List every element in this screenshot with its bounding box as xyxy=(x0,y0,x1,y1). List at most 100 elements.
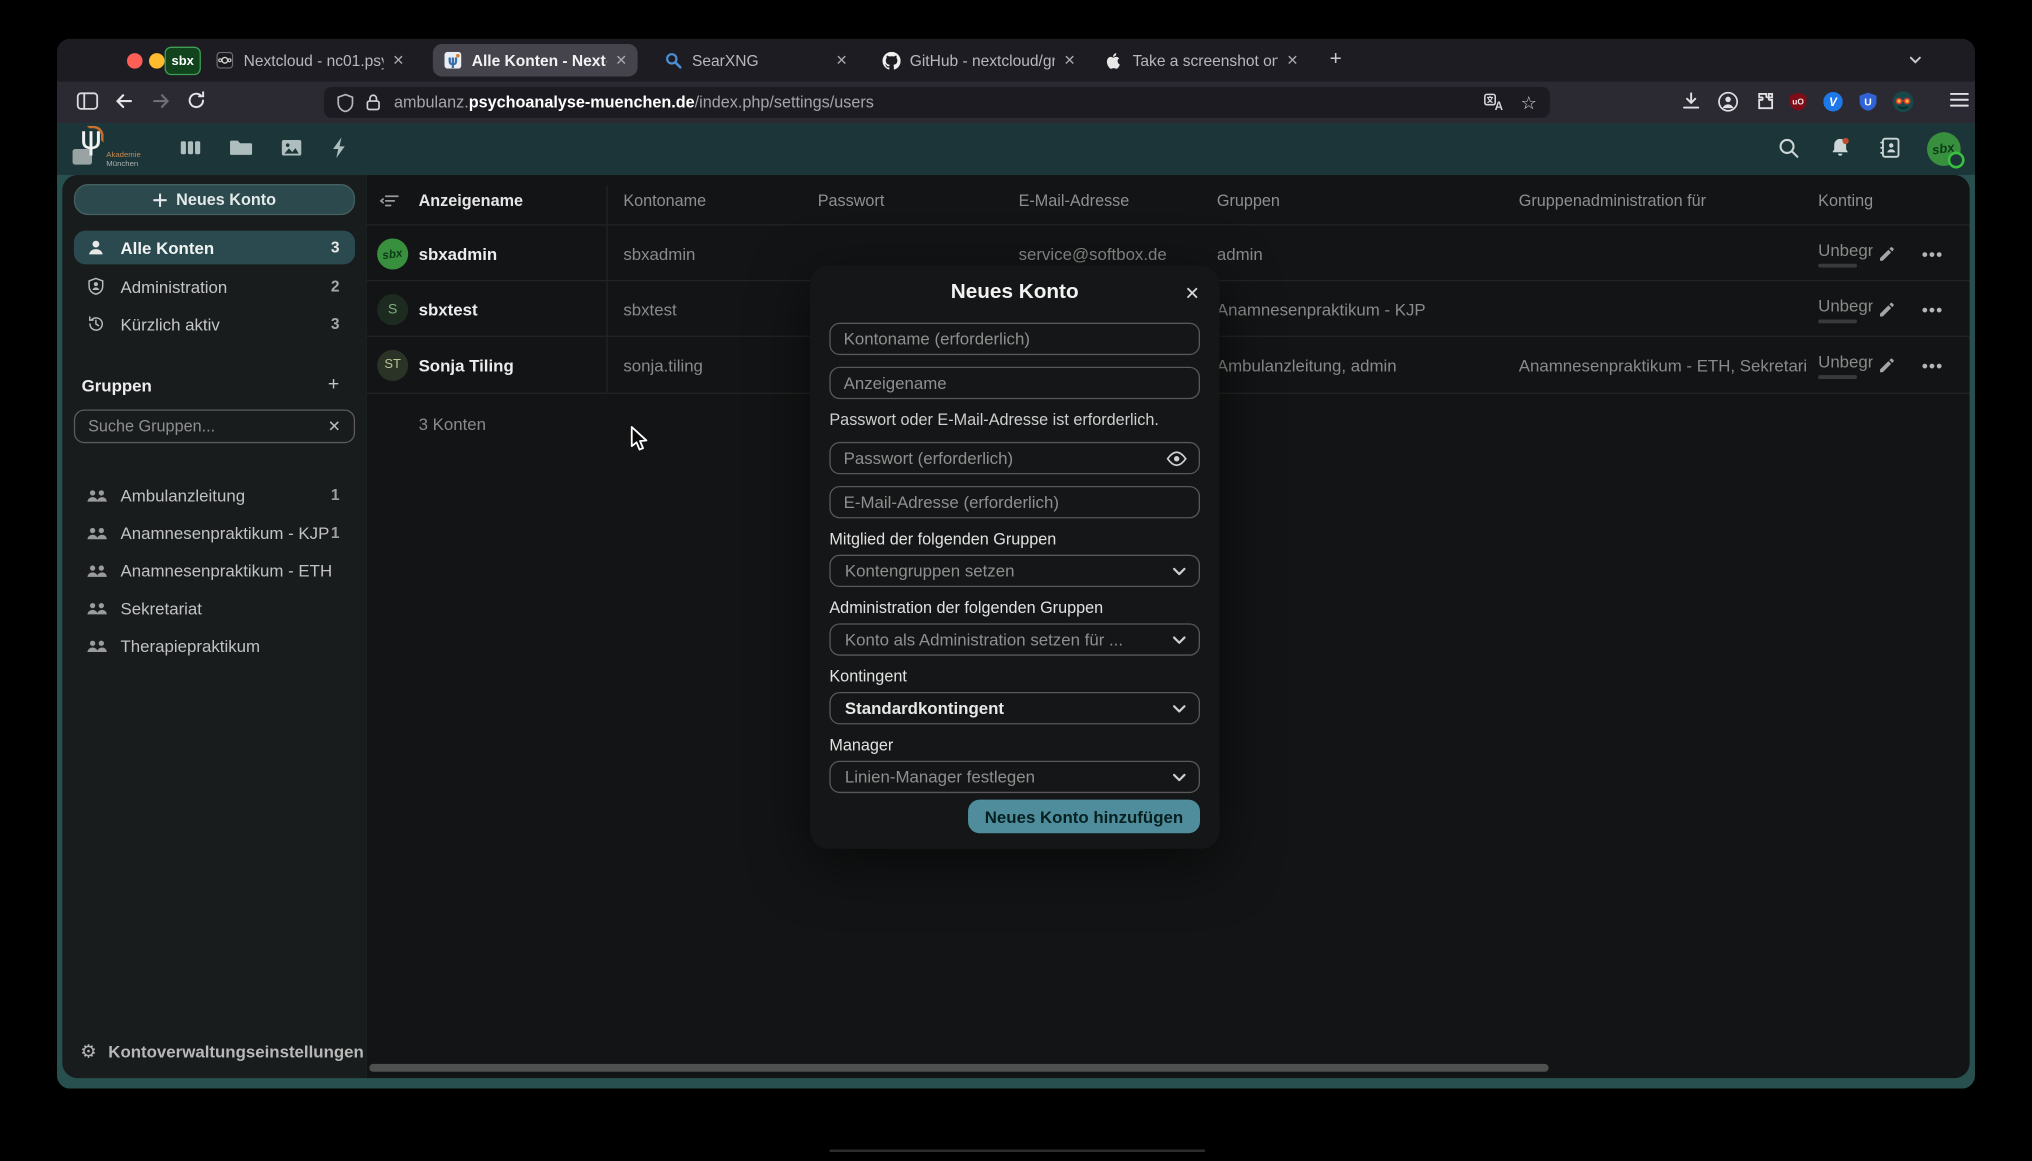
files-app-icon[interactable] xyxy=(228,135,254,161)
chevron-down-icon xyxy=(1171,563,1187,579)
window-minimize-button[interactable] xyxy=(149,53,165,69)
sidebar-group-anamnesenpraktikum-eth[interactable]: Anamnesenpraktikum - ETH xyxy=(74,555,355,586)
cell-display-name: Sonja Tiling xyxy=(419,355,514,374)
column-header-gruppenadministration[interactable]: Gruppenadministration für xyxy=(1519,192,1807,210)
github-favicon xyxy=(881,51,900,70)
extensions-puzzle-icon[interactable] xyxy=(1755,91,1776,112)
member-groups-select[interactable]: Kontengruppen setzen xyxy=(829,555,1200,587)
anzeigename-field-wrap xyxy=(829,367,1200,399)
mouse-cursor xyxy=(630,425,649,452)
list-all-tabs-chevron-icon[interactable] xyxy=(1908,52,1924,68)
email-field-wrap xyxy=(829,486,1200,518)
monster-extension-icon[interactable] xyxy=(1892,91,1914,113)
tab-label: Nextcloud - nc01.psychoanalyse xyxy=(244,51,384,69)
new-tab-button[interactable]: + xyxy=(1330,48,1342,71)
cell-groups: Ambulanzleitung, admin xyxy=(1217,355,1507,374)
reload-button[interactable] xyxy=(187,91,206,110)
clear-search-icon[interactable]: ✕ xyxy=(328,417,341,435)
ublock-origin-icon[interactable]: uO xyxy=(1788,92,1807,111)
group-search: ✕ xyxy=(74,410,355,444)
admin-groups-select[interactable]: Konto als Administration setzen für ... xyxy=(829,623,1200,655)
account-settings-link[interactable]: ⚙ Kontoverwaltungseinstellungen xyxy=(80,1041,363,1063)
column-header-passwort[interactable]: Passwort xyxy=(818,192,885,210)
edit-pencil-icon[interactable] xyxy=(1878,356,1896,374)
kontoname-field-wrap xyxy=(829,323,1200,355)
url-bar[interactable]: ambulanz.psychoanalyse-muenchen.de/index… xyxy=(324,87,1550,118)
modal-close-icon[interactable]: ✕ xyxy=(1181,281,1204,304)
passwort-input[interactable] xyxy=(831,448,1167,467)
sidebar-item-alle-konten[interactable]: Alle Konten 3 xyxy=(74,231,355,265)
group-search-input[interactable] xyxy=(75,417,328,435)
add-group-icon[interactable]: + xyxy=(328,373,339,395)
avatar: S xyxy=(377,294,408,325)
kontoname-input[interactable] xyxy=(831,329,1199,348)
column-header-kontoname[interactable]: Kontoname xyxy=(623,192,706,210)
show-password-eye-icon[interactable] xyxy=(1166,450,1187,466)
avatar-menu[interactable]: sbx xyxy=(1927,132,1961,166)
unified-search-icon[interactable] xyxy=(1778,137,1800,159)
nextcloud-favicon xyxy=(215,51,234,70)
groups-header: Gruppen xyxy=(82,376,152,395)
new-account-button[interactable]: Neues Konto xyxy=(74,184,355,215)
sort-icon[interactable] xyxy=(380,193,399,209)
window-close-button[interactable] xyxy=(127,53,143,69)
tab-close-icon[interactable]: ✕ xyxy=(1287,52,1299,69)
sidebar-group-sekretariat[interactable]: Sekretariat xyxy=(74,592,355,623)
horizontal-scrollbar[interactable] xyxy=(369,1064,1548,1072)
vaultwarden-icon[interactable]: V xyxy=(1823,92,1842,111)
chevron-down-icon xyxy=(1171,700,1187,716)
tab-close-icon[interactable]: ✕ xyxy=(615,52,627,69)
photos-app-icon[interactable] xyxy=(279,135,305,161)
back-button[interactable] xyxy=(114,91,135,112)
contacts-menu-icon[interactable] xyxy=(1879,136,1902,159)
accounts-sidebar: Neues Konto Alle Konten 3 Administration… xyxy=(62,175,367,1078)
edit-pencil-icon[interactable] xyxy=(1878,244,1896,262)
forward-button[interactable] xyxy=(150,91,171,112)
row-actions-menu-icon[interactable]: ••• xyxy=(1922,355,1944,374)
notifications-bell-icon[interactable] xyxy=(1829,136,1852,159)
activity-app-icon[interactable] xyxy=(328,135,351,161)
tab-close-icon[interactable]: ✕ xyxy=(392,52,404,69)
tab-close-icon[interactable]: ✕ xyxy=(1064,52,1076,69)
shield-u-extension-icon[interactable]: U xyxy=(1858,92,1877,111)
tab-label: GitHub - nextcloud/groupfolders xyxy=(910,51,1055,69)
column-header-anzeigename[interactable]: Anzeigename xyxy=(419,192,523,210)
translate-icon[interactable]: A xyxy=(1484,93,1505,111)
modal-title: Neues Konto xyxy=(829,281,1200,304)
row-actions-menu-icon[interactable]: ••• xyxy=(1922,244,1944,263)
bookmark-star-icon[interactable]: ☆ xyxy=(1521,91,1537,113)
sidebar-group-therapiepraktikum[interactable]: Therapiepraktikum xyxy=(74,630,355,661)
tracking-shield-icon[interactable] xyxy=(337,93,354,112)
menu-hamburger-icon[interactable] xyxy=(1949,91,1970,109)
sidebar-item-kuerzlich-aktiv[interactable]: Kürzlich aktiv 3 xyxy=(74,307,355,341)
navigation-toolbar: ambulanz.psychoanalyse-muenchen.de/index… xyxy=(57,82,1975,123)
anzeigename-input[interactable] xyxy=(831,373,1199,392)
gear-icon: ⚙ xyxy=(80,1041,96,1063)
edit-pencil-icon[interactable] xyxy=(1878,300,1896,318)
tab-searxng[interactable]: SearXNG ✕ xyxy=(653,44,858,76)
tab-apple-support[interactable]: Take a screenshot on Mac - App ✕ xyxy=(1094,44,1309,76)
quota-select[interactable]: Standardkontingent xyxy=(829,692,1200,724)
sidebar-toggle-icon[interactable] xyxy=(76,91,98,112)
tab-nextcloud-nc01[interactable]: Nextcloud - nc01.psychoanalyse ✕ xyxy=(205,44,415,76)
pinned-tab-sbx[interactable]: sbx xyxy=(165,47,201,76)
column-header-email[interactable]: E-Mail-Adresse xyxy=(1019,192,1130,210)
dashboard-app-icon[interactable] xyxy=(178,135,204,161)
account-icon[interactable] xyxy=(1717,91,1739,113)
manager-select[interactable]: Linien-Manager festlegen xyxy=(829,761,1200,793)
row-actions-menu-icon[interactable]: ••• xyxy=(1922,299,1944,318)
column-header-gruppen[interactable]: Gruppen xyxy=(1217,192,1507,210)
akademie-logo[interactable]: ψ Akademie München xyxy=(73,127,164,171)
sidebar-group-ambulanzleitung[interactable]: Ambulanzleitung 1 xyxy=(74,479,355,510)
lock-icon[interactable] xyxy=(365,93,381,111)
email-input[interactable] xyxy=(831,492,1199,511)
tab-alle-konten-active[interactable]: ψ Alle Konten - Nextcloud - Ambul ✕ xyxy=(433,44,638,76)
sidebar-group-anamnesenpraktikum-kjp[interactable]: Anamnesenpraktikum - KJP 1 xyxy=(74,517,355,548)
column-header-kontingent[interactable]: Kontingent xyxy=(1818,192,1872,210)
submit-new-account-button[interactable]: Neues Konto hinzufügen xyxy=(968,800,1200,834)
sidebar-item-administration[interactable]: Administration 2 xyxy=(74,270,355,304)
downloads-icon[interactable] xyxy=(1681,91,1702,112)
tab-bar: sbx Nextcloud - nc01.psychoanalyse ✕ ψ A… xyxy=(57,39,1975,82)
tab-github[interactable]: GitHub - nextcloud/groupfolders ✕ xyxy=(871,44,1086,76)
tab-close-icon[interactable]: ✕ xyxy=(836,52,848,69)
